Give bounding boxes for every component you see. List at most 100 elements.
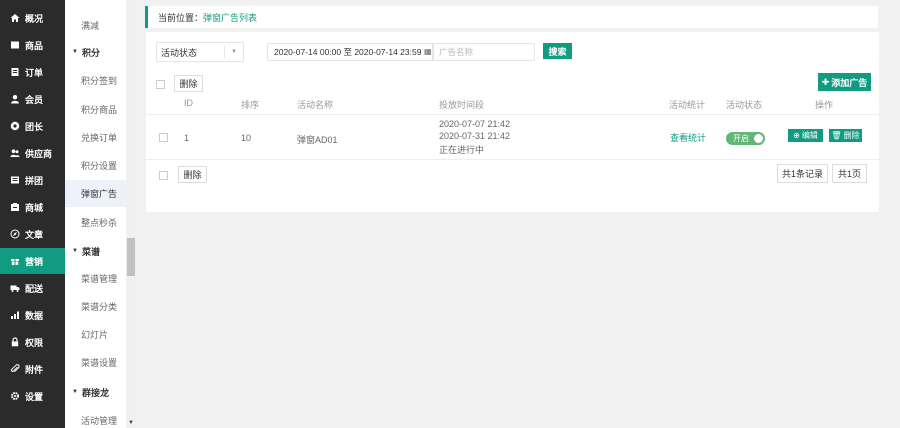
total-records: 共1条记录 [777, 164, 828, 183]
nav-label: 订单 [25, 67, 44, 78]
gear-icon [11, 392, 19, 400]
sub-item-recipe-manage[interactable]: 菜谱管理 [65, 265, 126, 292]
sub-group-solitaire[interactable]: ▼ 群接龙 [65, 380, 126, 404]
nav-item-data[interactable]: 数据 [0, 302, 65, 328]
sub-item-label: 弹窗广告 [81, 189, 118, 199]
col-header-stats: 活动统计 [669, 100, 706, 110]
status-toggle-label: 开启 [733, 134, 749, 143]
nav-item-mall[interactable]: 商城 [0, 194, 65, 220]
sub-group-recipes[interactable]: ▼ 菜谱 [65, 239, 126, 263]
scrollbar-thumb[interactable] [127, 238, 135, 276]
leader-icon [10, 121, 20, 131]
compass-icon [10, 229, 20, 239]
nav-label: 概况 [25, 13, 44, 24]
view-stats-link[interactable]: 查看统计 [670, 131, 706, 144]
sub-nav: 满减 ▼ 积分 积分签到 积分商品 兑换订单 积分设置 弹窗广告 整点秒杀 ▼ 菜谱… [65, 0, 126, 428]
sub-group-label: 菜谱 [81, 246, 100, 257]
nav-item-supplier[interactable]: 供应商 [0, 140, 65, 166]
row-time-end: 2020-07-31 21:42 [439, 131, 511, 141]
row-name: 弹窗AD01 [297, 135, 338, 145]
add-ad-label: 添加广告 [831, 77, 868, 88]
nav-item-marketing[interactable]: 营销 [0, 248, 65, 274]
footer-select-all-checkbox[interactable] [159, 171, 168, 180]
supplier-icon [10, 149, 20, 157]
nav-item-delivery[interactable]: 配送 [0, 275, 65, 301]
search-button[interactable]: 搜索 [543, 43, 572, 59]
nav-item-leader[interactable]: 团长 [0, 113, 65, 139]
row-id: 1 [184, 133, 190, 143]
ad-name-placeholder: 广告名称 [439, 47, 474, 57]
nav-item-member[interactable]: 会员 [0, 86, 65, 112]
sub-item-label: 菜谱分类 [81, 302, 118, 312]
truck-icon [10, 285, 20, 292]
sub-item-label: 幻灯片 [81, 330, 109, 340]
sub-item-recipe-settings[interactable]: 菜谱设置 [65, 349, 126, 376]
nav-item-permission[interactable]: 权限 [0, 329, 65, 355]
nav-label: 权限 [25, 337, 44, 348]
breadcrumb-current[interactable]: 弹窗广告列表 [203, 11, 257, 24]
nav-item-goods[interactable]: 商品 [0, 32, 65, 58]
sub-item-flash-sale[interactable]: 整点秒杀 [65, 209, 126, 236]
plus-icon: ✚ [821, 76, 830, 87]
sub-item-points-signin[interactable]: 积分签到 [65, 67, 126, 94]
sub-item-label: 活动管理 [81, 416, 118, 426]
nav-label: 供应商 [25, 148, 53, 159]
status-select[interactable]: 活动状态 ▼ [156, 42, 244, 62]
nav-item-group-buy[interactable]: 拼团 [0, 167, 65, 193]
toggle-knob [754, 134, 763, 143]
table-divider [146, 159, 879, 160]
sub-item-full-reduction[interactable]: 满减 [65, 12, 126, 39]
nav-item-article[interactable]: 文章 [0, 221, 65, 247]
nav-item-overview[interactable]: 概况 [0, 5, 65, 31]
add-ad-button[interactable]: ✚ 添加广告 [818, 73, 871, 91]
row-time-start: 2020-07-07 21:42 [439, 119, 511, 129]
nav-label: 附件 [25, 364, 44, 375]
sub-item-recipe-category[interactable]: 菜谱分类 [65, 293, 126, 320]
delete-label: 删除 [843, 131, 860, 140]
sub-item-points-goods[interactable]: 积分商品 [65, 96, 126, 123]
mall-icon [11, 203, 19, 211]
sub-item-label: 菜谱管理 [81, 274, 118, 284]
lock-icon [11, 337, 19, 347]
sub-item-popup-ad[interactable]: 弹窗广告 [65, 180, 126, 207]
sub-item-label: 积分商品 [81, 105, 118, 115]
sub-nav-scrollbar[interactable]: ▼ [126, 0, 136, 428]
home-icon [10, 14, 20, 22]
date-range-value: 2020-07-14 00:00 至 2020-07-14 23:59 [274, 47, 422, 57]
nav-label: 团长 [25, 121, 44, 132]
nav-label: 数据 [25, 310, 44, 321]
chart-icon [11, 311, 19, 319]
row-checkbox[interactable] [159, 133, 168, 142]
nav-item-settings[interactable]: 设置 [0, 383, 65, 409]
delete-button[interactable]: 🗑 删除 [829, 129, 862, 142]
nav-label: 会员 [25, 94, 44, 105]
nav-label: 商城 [25, 202, 44, 213]
footer-delete-button[interactable]: 删除 [178, 166, 207, 183]
sub-item-activity-manage[interactable]: 活动管理 [65, 407, 126, 428]
edit-button[interactable]: ⊕ 编辑 [788, 129, 823, 142]
sub-item-exchange-orders[interactable]: 兑换订单 [65, 124, 126, 151]
chevron-down-icon: ▼ [231, 49, 237, 55]
sub-group-points[interactable]: ▼ 积分 [65, 40, 126, 64]
ad-name-input[interactable]: 广告名称 [433, 43, 535, 61]
col-header-id: ID [184, 98, 193, 108]
nav-label: 文章 [25, 229, 44, 240]
breadcrumb: 当前位置： 弹窗广告列表 [145, 6, 878, 28]
total-pages: 共1页 [832, 164, 867, 183]
sub-item-label: 积分签到 [81, 76, 118, 86]
bulk-delete-button[interactable]: 删除 [174, 75, 203, 92]
group-icon [11, 176, 19, 184]
status-toggle[interactable]: 开启 [726, 132, 765, 145]
ad-list-card: 活动状态 ▼ 2020-07-14 00:00 至 2020-07-14 23:… [146, 32, 879, 212]
scroll-down-icon[interactable]: ▼ [128, 420, 134, 426]
nav-item-attachment[interactable]: 附件 [0, 356, 65, 382]
sub-item-slideshow[interactable]: 幻灯片 [65, 321, 126, 348]
col-header-actions: 操作 [815, 100, 834, 110]
date-range-input[interactable]: 2020-07-14 00:00 至 2020-07-14 23:59 [267, 43, 433, 61]
nav-label: 设置 [25, 391, 44, 402]
nav-item-order[interactable]: 订单 [0, 59, 65, 85]
sub-item-label: 菜谱设置 [81, 358, 118, 368]
select-all-checkbox[interactable] [156, 80, 165, 89]
calendar-icon[interactable]: ▦ [424, 47, 432, 56]
sub-item-points-settings[interactable]: 积分设置 [65, 152, 126, 179]
